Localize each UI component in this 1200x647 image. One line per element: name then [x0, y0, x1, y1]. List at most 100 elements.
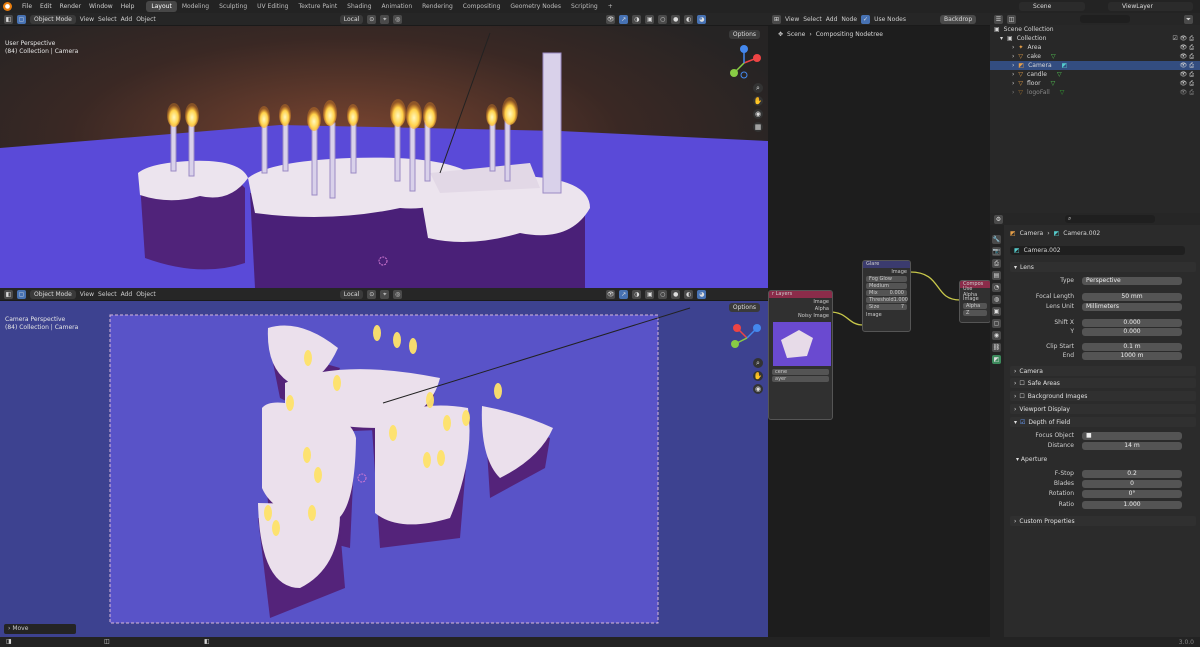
- tab-texture-paint[interactable]: Texture Paint: [293, 1, 342, 12]
- select-box-icon[interactable]: ▢: [17, 289, 26, 299]
- select-box-icon[interactable]: ▢: [17, 14, 26, 24]
- tab-scripting[interactable]: Scripting: [566, 1, 603, 12]
- shading-wire-icon[interactable]: ○: [658, 289, 668, 299]
- menu-add[interactable]: Add: [121, 291, 133, 298]
- editor-type-icon[interactable]: ◧: [4, 14, 13, 24]
- xray-icon[interactable]: ▣: [645, 14, 655, 24]
- viewport-bottom[interactable]: ◧ ▢ Object Mode View Select Add Object L…: [0, 288, 768, 637]
- pivot-icon[interactable]: ⊙: [367, 289, 377, 299]
- quality-dropdown[interactable]: Medium: [866, 283, 907, 289]
- camera-view-icon[interactable]: ◉: [753, 384, 763, 394]
- fstop-field[interactable]: 0.2: [1082, 469, 1182, 478]
- visibility-toggles[interactable]: 👁 ⎙: [1180, 53, 1194, 61]
- menu-help[interactable]: Help: [117, 3, 139, 10]
- proportional-edit-icon[interactable]: ◎: [393, 289, 403, 299]
- dof-checkbox-icon[interactable]: ☑: [1020, 419, 1025, 426]
- view-layer-tab-icon[interactable]: ▤: [992, 271, 1001, 280]
- tab-uv-editing[interactable]: UV Editing: [252, 1, 293, 12]
- menu-select[interactable]: Select: [98, 16, 117, 23]
- object-mode-dropdown[interactable]: Object Mode: [30, 14, 76, 24]
- menu-add[interactable]: Add: [121, 16, 133, 23]
- data-block-selector[interactable]: ◩ Camera.002: [1010, 246, 1185, 255]
- editor-type-icon[interactable]: ⚙: [994, 214, 1003, 224]
- size-field[interactable]: Size 7: [866, 304, 907, 310]
- input-image[interactable]: Image: [863, 311, 910, 318]
- menu-window[interactable]: Window: [85, 3, 117, 10]
- scene-selector[interactable]: Scene: [1019, 2, 1085, 11]
- clip-end-field[interactable]: 1000 m: [1082, 351, 1182, 360]
- orientation-dropdown[interactable]: Local: [339, 289, 364, 299]
- shift-x-field[interactable]: 0.000: [1082, 318, 1182, 327]
- camera-view-icon[interactable]: ◉: [753, 109, 763, 119]
- outliner-item-camera[interactable]: › ◩ Camera ◩ 👁 ⎙: [990, 61, 1200, 70]
- filter-icon[interactable]: ⏷: [1184, 14, 1193, 24]
- orientation-dropdown[interactable]: Local: [339, 14, 364, 24]
- physics-tab-icon[interactable]: ◉: [992, 331, 1001, 340]
- menu-file[interactable]: File: [18, 3, 36, 10]
- last-operator-panel[interactable]: › Move: [4, 624, 76, 634]
- gizmo-toggle-icon[interactable]: ↗: [619, 289, 629, 299]
- scene-tab-icon[interactable]: ◔: [992, 283, 1001, 292]
- visibility-icon[interactable]: 👁: [606, 289, 616, 299]
- focal-length-field[interactable]: 50 mm: [1082, 292, 1182, 301]
- z-field[interactable]: Z: [963, 310, 987, 316]
- checkbox-icon[interactable]: ☐: [1019, 393, 1024, 400]
- rotation-field[interactable]: 0°: [1082, 489, 1182, 498]
- visibility-toggles[interactable]: 👁 ⎙: [1180, 89, 1194, 97]
- safe-areas-panel-header[interactable]: › ☐ Safe Areas: [1010, 378, 1196, 388]
- shading-solid-icon[interactable]: ●: [671, 14, 681, 24]
- expand-arrow-icon[interactable]: ›: [1012, 71, 1014, 78]
- visibility-icon[interactable]: 👁: [606, 14, 616, 24]
- visibility-toggles[interactable]: ☑ 👁 ⎙: [1172, 35, 1194, 43]
- tab-rendering[interactable]: Rendering: [417, 1, 458, 12]
- tab-compositing[interactable]: Compositing: [458, 1, 506, 12]
- outliner-item-area[interactable]: › ✦ Area 👁 ⎙: [990, 43, 1200, 52]
- camera-panel-header[interactable]: › Camera: [1010, 366, 1196, 376]
- options-dropdown[interactable]: Options: [728, 30, 760, 39]
- visibility-toggles[interactable]: 👁 ⎙: [1180, 62, 1194, 70]
- pan-hand-icon[interactable]: ✋: [753, 371, 763, 381]
- zoom-icon[interactable]: ⌕: [753, 358, 763, 368]
- shading-rendered-icon[interactable]: ◕: [697, 289, 707, 299]
- navigation-gizmo[interactable]: [724, 43, 764, 83]
- zoom-icon[interactable]: ⌕: [753, 83, 763, 93]
- ortho-grid-icon[interactable]: ▦: [753, 122, 763, 132]
- collection-tab-icon[interactable]: ▣: [992, 307, 1001, 316]
- outliner-item-candle[interactable]: › ▽ candle ▽ 👁 ⎙: [990, 70, 1200, 79]
- compositor-editor[interactable]: ⊞ View Select Add Node ✓ Use Nodes Backd…: [768, 13, 990, 637]
- shading-solid-icon[interactable]: ●: [671, 289, 681, 299]
- camera-data-tab-icon[interactable]: ◩: [992, 355, 1001, 364]
- xray-icon[interactable]: ▣: [645, 289, 655, 299]
- threshold-field[interactable]: Threshold 1.000: [866, 297, 908, 303]
- navigation-gizmo[interactable]: [727, 318, 767, 358]
- display-mode-icon[interactable]: ◫: [1007, 14, 1016, 24]
- properties-search-input[interactable]: ⌕: [1065, 215, 1155, 223]
- outliner-search-input[interactable]: [1080, 15, 1130, 23]
- focus-object-field[interactable]: ■: [1082, 431, 1182, 440]
- shading-material-icon[interactable]: ◐: [684, 289, 694, 299]
- object-mode-dropdown[interactable]: Object Mode: [30, 289, 76, 299]
- menu-object[interactable]: Object: [136, 16, 156, 23]
- pivot-icon[interactable]: ⊙: [367, 14, 377, 24]
- menu-object[interactable]: Object: [136, 291, 156, 298]
- output-alpha[interactable]: Alpha: [769, 305, 832, 312]
- tab-animation[interactable]: Animation: [377, 1, 418, 12]
- menu-render[interactable]: Render: [56, 3, 85, 10]
- viewport-top[interactable]: ◧ ▢ Object Mode View Select Add Object L…: [0, 13, 768, 288]
- render-tab-icon[interactable]: 📷: [992, 247, 1001, 256]
- snap-icon[interactable]: ⌖: [380, 14, 390, 24]
- tool-tab-icon[interactable]: 🔧: [992, 235, 1001, 244]
- scene-collection-row[interactable]: ▣ Scene Collection: [990, 25, 1200, 34]
- glare-node[interactable]: Glare Image Fog Glow Medium Mix 0.000 Thr…: [862, 260, 911, 332]
- viewport-display-panel-header[interactable]: › Viewport Display: [1010, 404, 1196, 414]
- layer-field[interactable]: ayer: [772, 376, 829, 382]
- constraints-tab-icon[interactable]: ⛓: [992, 343, 1001, 352]
- snap-icon[interactable]: ⌖: [380, 289, 390, 299]
- expand-arrow-icon[interactable]: ›: [1012, 53, 1014, 60]
- shading-material-icon[interactable]: ◐: [684, 14, 694, 24]
- output-noisy-image[interactable]: Noisy Image: [769, 312, 832, 319]
- shading-wire-icon[interactable]: ○: [658, 14, 668, 24]
- menu-view[interactable]: View: [80, 16, 94, 23]
- object-tab-icon[interactable]: ▢: [992, 319, 1001, 328]
- view-layer-selector[interactable]: ViewLayer: [1108, 2, 1193, 11]
